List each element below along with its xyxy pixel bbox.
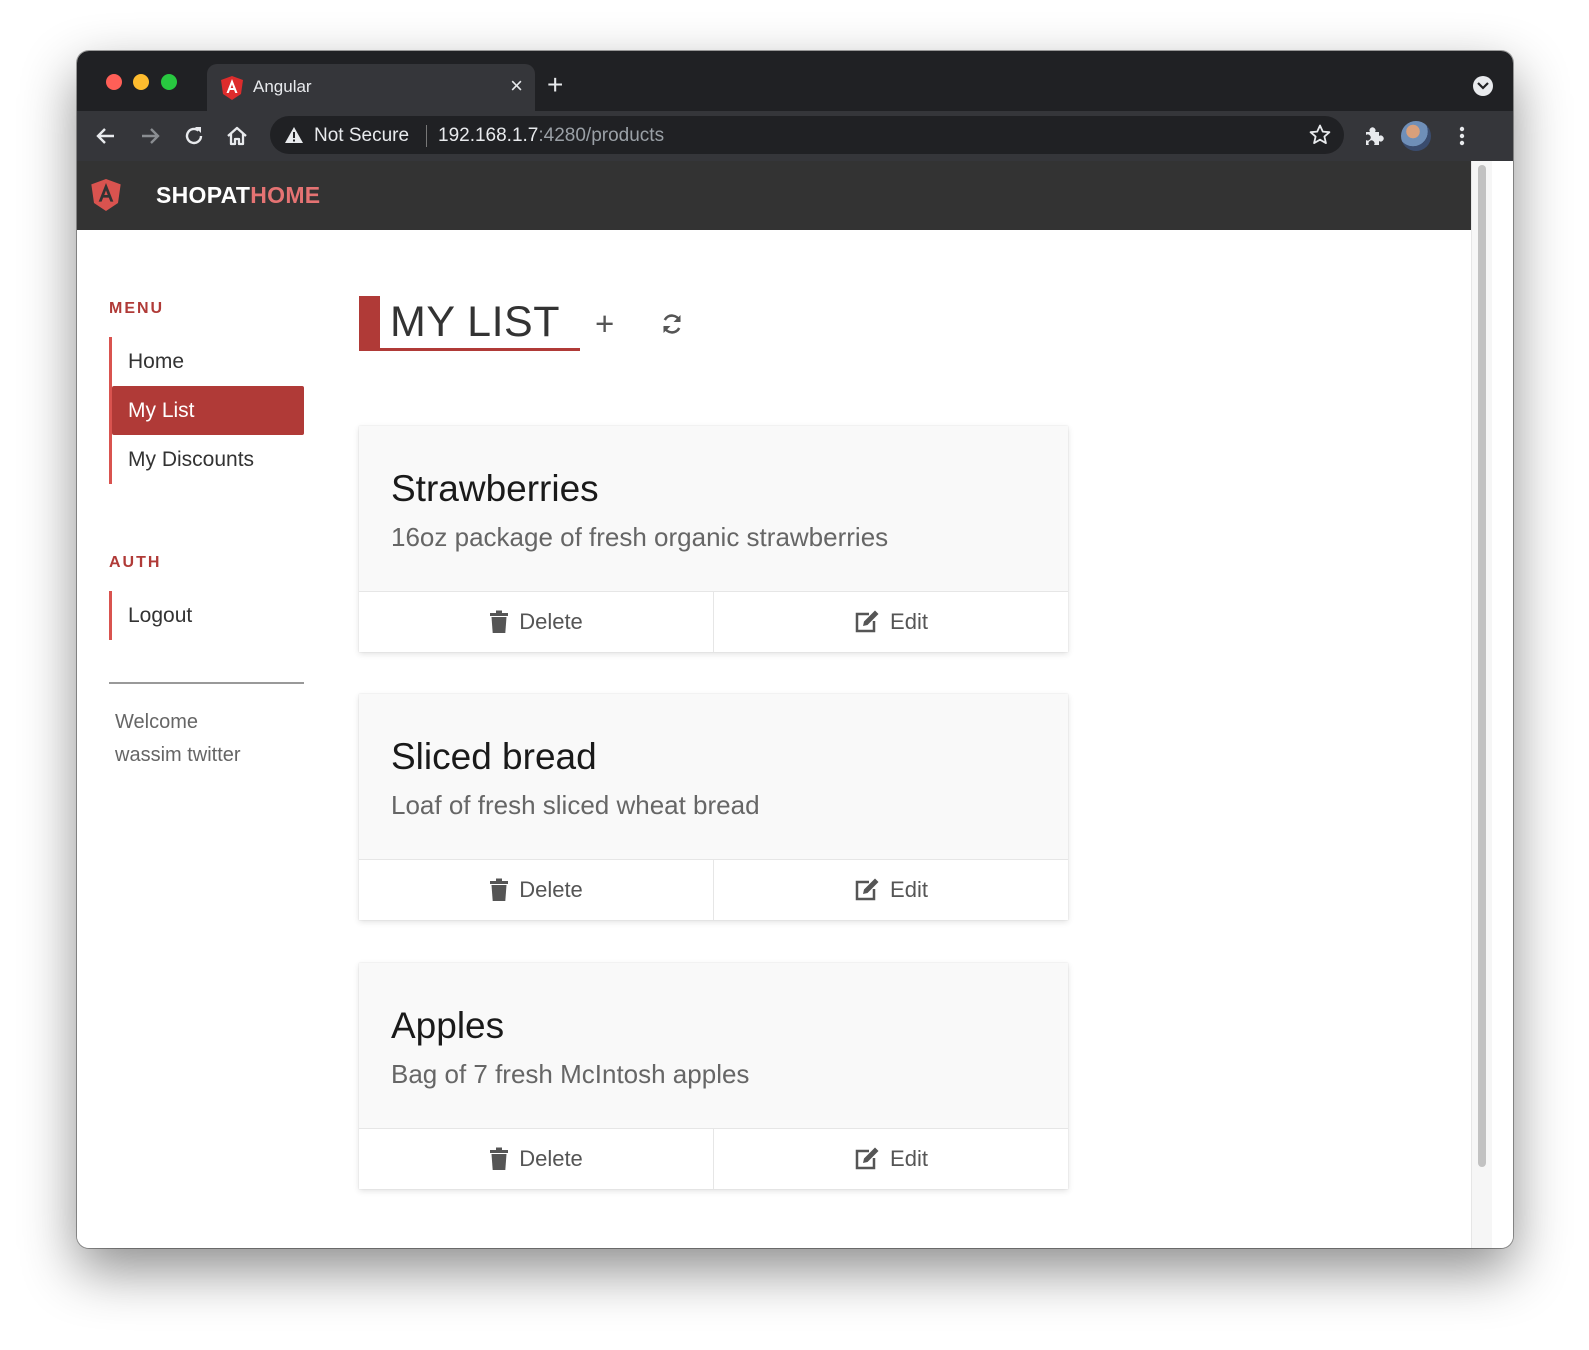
delete-button[interactable]: Delete (359, 1129, 713, 1189)
product-description: Loaf of fresh sliced wheat bread (391, 790, 760, 820)
home-icon[interactable] (224, 123, 250, 149)
address-bar[interactable]: Not Secure 192.168.1.7:4280/products (270, 116, 1344, 154)
app-header: SHOPATHOME (77, 161, 1471, 230)
trash-icon (490, 1147, 509, 1170)
auth-list: Logout (109, 591, 304, 640)
title-bar: Angular × + (77, 51, 1513, 111)
brand-part-home: HOME (250, 182, 321, 208)
angular-favicon-icon (221, 76, 243, 100)
brand-title[interactable]: SHOPATHOME (156, 182, 320, 209)
edit-icon (855, 1147, 879, 1170)
trash-icon (490, 878, 509, 901)
edit-button[interactable]: Edit (713, 1129, 1068, 1189)
product-card-footer: Delete Edit (359, 592, 1068, 652)
delete-button[interactable]: Delete (359, 592, 713, 652)
url-text[interactable]: 192.168.1.7:4280/products (438, 125, 664, 147)
delete-label: Delete (519, 1146, 583, 1171)
refresh-icon[interactable] (659, 311, 685, 337)
product-card-body[interactable]: Apples Bag of 7 fresh McIntosh apples (359, 963, 1068, 1129)
sidebar-item-my-discounts[interactable]: My Discounts (112, 435, 304, 484)
url-host: 192.168.1.7 (438, 125, 539, 146)
product-card-body[interactable]: Sliced bread Loaf of fresh sliced wheat … (359, 694, 1068, 860)
back-icon[interactable] (93, 123, 119, 149)
edit-button[interactable]: Edit (713, 592, 1068, 652)
edit-icon (855, 610, 879, 633)
tab-title: Angular (253, 77, 312, 96)
product-name: Apples (391, 1005, 505, 1046)
product-name: Sliced bread (391, 736, 597, 777)
trash-icon (490, 610, 509, 633)
sidebar-item-home[interactable]: Home (112, 337, 304, 386)
reload-icon[interactable] (181, 123, 207, 149)
product-card-body[interactable]: Strawberries 16oz package of fresh organ… (359, 426, 1068, 592)
product-card: Sliced bread Loaf of fresh sliced wheat … (359, 694, 1068, 920)
product-description: Bag of 7 fresh McIntosh apples (391, 1059, 750, 1089)
product-card-footer: Delete Edit (359, 1129, 1068, 1189)
product-card: Strawberries 16oz package of fresh organ… (359, 426, 1068, 652)
menu-heading: MENU (109, 300, 165, 317)
sidebar-item-my-list[interactable]: My List (112, 386, 304, 435)
sidebar-divider (109, 682, 304, 684)
page-title-block: MY LIST (359, 296, 580, 351)
edit-label: Edit (890, 609, 928, 634)
browser-toolbar: Not Secure 192.168.1.7:4280/products (77, 111, 1513, 161)
scrollbar-thumb[interactable] (1478, 165, 1486, 1167)
profile-avatar[interactable] (1401, 121, 1431, 151)
browser-tab[interactable]: Angular × (207, 64, 535, 111)
menu-list: Home My List My Discounts (109, 337, 304, 484)
auth-heading: AUTH (109, 554, 162, 571)
page-viewport: SHOPATHOME MENU Home My List My Discount… (77, 161, 1513, 1248)
brand-part-shopat: SHOPAT (156, 182, 251, 208)
url-path: :4280/products (538, 125, 665, 146)
bookmark-star-icon[interactable] (1308, 123, 1332, 147)
tab-search-icon[interactable] (1473, 76, 1493, 96)
close-window-button[interactable] (106, 74, 122, 90)
welcome-text: Welcome wassim twitter (115, 711, 241, 766)
edit-label: Edit (890, 1146, 928, 1171)
warning-icon (285, 127, 303, 143)
extensions-icon[interactable] (1361, 123, 1387, 149)
product-name: Strawberries (391, 468, 599, 509)
product-card: Apples Bag of 7 fresh McIntosh apples De… (359, 963, 1068, 1189)
zoom-window-button[interactable] (161, 74, 177, 90)
page-title: MY LIST (390, 298, 560, 346)
add-product-button[interactable]: + (595, 307, 614, 340)
delete-button[interactable]: Delete (359, 860, 713, 920)
forward-icon[interactable] (137, 123, 163, 149)
delete-label: Delete (519, 877, 583, 902)
security-label[interactable]: Not Secure (314, 125, 409, 147)
address-separator (426, 125, 427, 147)
edit-label: Edit (890, 877, 928, 902)
title-accent-bar (359, 296, 380, 348)
product-card-footer: Delete Edit (359, 860, 1068, 920)
tab-close-icon[interactable]: × (510, 74, 523, 98)
product-description: 16oz package of fresh organic strawberri… (391, 522, 889, 552)
vertical-scrollbar[interactable] (1471, 161, 1492, 1248)
browser-menu-icon[interactable] (1449, 123, 1475, 149)
sidebar-item-logout[interactable]: Logout (112, 591, 304, 640)
edit-button[interactable]: Edit (713, 860, 1068, 920)
angular-logo-icon[interactable] (91, 179, 121, 211)
edit-icon (855, 878, 879, 901)
delete-label: Delete (519, 609, 583, 634)
browser-window: Angular × + Not Secure 192.168.1.7:4280/… (77, 51, 1513, 1248)
new-tab-button[interactable]: + (547, 71, 563, 99)
minimize-window-button[interactable] (133, 74, 149, 90)
